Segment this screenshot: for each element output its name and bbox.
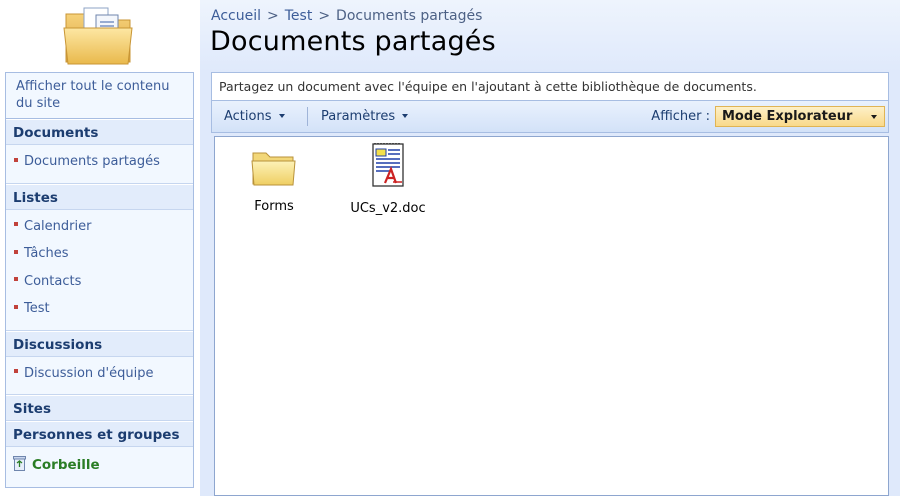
bullet-icon bbox=[14, 222, 18, 226]
nav-heading-documents[interactable]: Documents bbox=[6, 119, 193, 145]
toolbar-separator bbox=[307, 107, 308, 126]
nav-group-discussions: Discussion d'équipe bbox=[6, 356, 193, 395]
chevron-down-icon bbox=[278, 113, 285, 118]
recycle-bin-label: Corbeille bbox=[32, 457, 100, 473]
nav-item-discussion-equipe[interactable]: Discussion d'équipe bbox=[6, 360, 193, 388]
view-selector-value: Mode Explorateur bbox=[722, 109, 853, 124]
nav-item-label: Contacts bbox=[24, 273, 82, 289]
explorer-item-ucs-v2-doc[interactable]: UCs_v2.doc bbox=[343, 143, 433, 216]
nav-item-label: Calendrier bbox=[24, 218, 92, 234]
library-toolbar: Actions Paramètres Afficher : Mode Explo… bbox=[211, 100, 889, 133]
nav-group-documents: Documents partagés bbox=[6, 145, 193, 184]
settings-menu-label: Paramètres bbox=[321, 109, 396, 124]
nav-item-documents-partages[interactable]: Documents partagés bbox=[6, 148, 193, 176]
quick-launch-nav: Afficher tout le contenu du site Documen… bbox=[5, 72, 194, 488]
nav-heading-lists[interactable]: Listes bbox=[6, 183, 193, 210]
breadcrumb-separator: > bbox=[318, 8, 331, 24]
nav-item-taches[interactable]: Tâches bbox=[6, 240, 193, 268]
view-all-site-content-link[interactable]: Afficher tout le contenu du site bbox=[6, 73, 193, 119]
breadcrumb-link-test[interactable]: Test bbox=[285, 8, 313, 24]
chevron-down-icon bbox=[402, 113, 409, 118]
word-document-icon bbox=[372, 143, 404, 187]
settings-menu-button[interactable]: Paramètres bbox=[321, 101, 409, 132]
nav-item-calendrier[interactable]: Calendrier bbox=[6, 213, 193, 241]
recycle-bin-link[interactable]: Corbeille bbox=[6, 447, 193, 483]
explorer-item-forms[interactable]: Forms bbox=[229, 147, 319, 214]
nav-heading-discussions[interactable]: Discussions bbox=[6, 330, 193, 357]
nav-item-test[interactable]: Test bbox=[6, 295, 193, 323]
bullet-icon bbox=[14, 277, 18, 281]
bullet-icon bbox=[14, 249, 18, 254]
nav-item-label: Discussion d'équipe bbox=[24, 365, 154, 381]
site-folder-icon bbox=[63, 7, 133, 65]
explorer-item-label: Forms bbox=[254, 199, 294, 214]
nav-item-label: Test bbox=[24, 301, 50, 316]
actions-menu-button[interactable]: Actions bbox=[224, 101, 285, 132]
nav-item-contacts[interactable]: Contacts bbox=[6, 268, 193, 296]
nav-item-label: Tâches bbox=[24, 246, 69, 261]
page-title: Documents partagés bbox=[210, 26, 496, 57]
breadcrumb-current: Documents partagés bbox=[336, 8, 483, 24]
library-description: Partagez un document avec l'équipe en l'… bbox=[211, 72, 889, 100]
site-logo-area bbox=[0, 0, 200, 72]
bullet-icon bbox=[14, 157, 18, 162]
view-selector-dropdown[interactable]: Mode Explorateur bbox=[715, 106, 885, 127]
recycle-bin-icon bbox=[13, 455, 26, 471]
site-header: Accueil > Test > Documents partagés Document… bbox=[0, 0, 900, 72]
bullet-icon bbox=[14, 369, 18, 373]
nav-group-lists: Calendrier Tâches Contacts Test bbox=[6, 209, 193, 331]
breadcrumb: Accueil > Test > Documents partagés bbox=[211, 8, 482, 24]
explorer-view-pane[interactable]: Forms UCs_v2.doc bbox=[214, 136, 889, 496]
nav-heading-people-groups[interactable]: Personnes et groupes bbox=[6, 421, 193, 447]
bullet-icon bbox=[14, 304, 18, 309]
view-selector-label: Afficher : bbox=[651, 109, 710, 124]
breadcrumb-link-home[interactable]: Accueil bbox=[211, 8, 261, 24]
nav-heading-sites[interactable]: Sites bbox=[6, 395, 193, 421]
chevron-down-icon bbox=[871, 115, 877, 119]
explorer-item-label: UCs_v2.doc bbox=[350, 201, 426, 216]
breadcrumb-separator: > bbox=[267, 8, 279, 24]
actions-menu-label: Actions bbox=[224, 109, 272, 124]
nav-item-label: Documents partagés bbox=[24, 154, 160, 169]
folder-icon bbox=[251, 152, 296, 186]
